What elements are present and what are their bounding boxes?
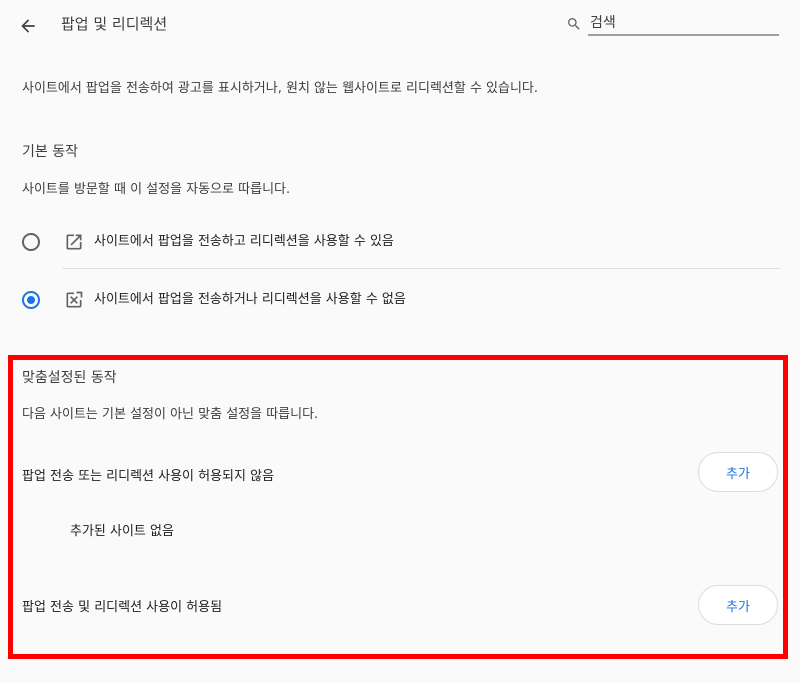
back-button[interactable] xyxy=(14,12,42,40)
allowed-list-label: 팝업 전송 및 리디렉션 사용이 허용됨 xyxy=(22,600,223,615)
radio-button-block[interactable] xyxy=(22,291,40,309)
page-description: 사이트에서 팝업을 전송하여 광고를 표시하거나, 원치 않는 웹사이트로 리디… xyxy=(22,81,539,96)
default-behavior-heading: 기본 동작 xyxy=(22,144,78,160)
radio-label-allow: 사이트에서 팝업을 전송하고 리디렉션을 사용할 수 있음 xyxy=(94,234,394,249)
page-header: 팝업 및 리디렉션 xyxy=(0,0,800,50)
custom-behavior-subtitle: 다음 사이트는 기본 설정이 아닌 맞춤 설정을 따릅니다. xyxy=(22,407,319,422)
radio-button-allow[interactable] xyxy=(22,233,40,251)
settings-page: 팝업 및 리디렉션 사이트에서 팝업을 전송하여 광고를 표시하거나, 원치 않… xyxy=(0,0,800,683)
arrow-back-icon xyxy=(21,19,35,33)
radio-option-allow[interactable]: 사이트에서 팝업을 전송하고 리디렉션을 사용할 수 있음 xyxy=(14,218,780,266)
add-blocked-site-button[interactable]: 추가 xyxy=(698,452,778,492)
search-input[interactable] xyxy=(588,12,779,36)
add-allowed-site-button[interactable]: 추가 xyxy=(698,585,778,625)
radio-option-block[interactable]: 사이트에서 팝업을 전송하거나 리디렉션을 사용할 수 없음 xyxy=(14,276,780,324)
divider xyxy=(62,268,780,269)
blocked-list-label: 팝업 전송 또는 리디렉션 사용이 허용되지 않음 xyxy=(22,469,275,484)
custom-behavior-heading: 맞춤설정된 동작 xyxy=(22,370,117,386)
default-behavior-subtitle: 사이트를 방문할 때 이 설정을 자동으로 따릅니다. xyxy=(22,182,291,197)
search-box[interactable] xyxy=(566,10,779,38)
blocked-list-empty: 추가된 사이트 없음 xyxy=(70,524,174,539)
page-title: 팝업 및 리디렉션 xyxy=(61,15,168,33)
popup-blocked-icon xyxy=(66,291,83,308)
open-in-new-icon xyxy=(66,234,82,250)
radio-label-block: 사이트에서 팝업을 전송하거나 리디렉션을 사용할 수 없음 xyxy=(94,292,406,307)
search-icon xyxy=(568,18,580,30)
